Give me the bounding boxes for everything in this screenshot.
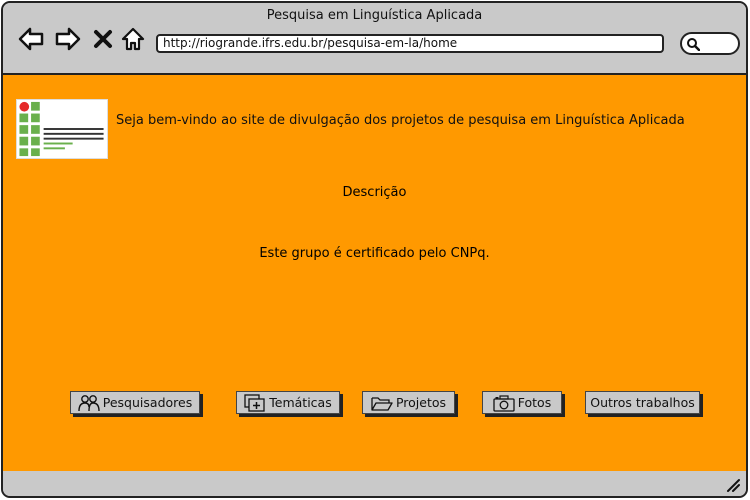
outros-trabalhos-button[interactable]: Outros trabalhos	[585, 391, 700, 414]
outros-trabalhos-label: Outros trabalhos	[590, 395, 695, 410]
title-bar: Pesquisa em Linguística Aplicada http://…	[3, 3, 746, 73]
tematicas-label: Temáticas	[269, 395, 332, 410]
resize-grip-icon[interactable]	[724, 476, 740, 492]
projetos-button[interactable]: Projetos	[362, 391, 455, 414]
home-icon[interactable]	[119, 25, 147, 53]
folder-icon	[371, 394, 393, 412]
forward-arrow-icon[interactable]	[54, 25, 82, 53]
pesquisadores-button[interactable]: Pesquisadores	[70, 391, 200, 414]
description-heading: Descrição	[342, 185, 407, 200]
projetos-label: Projetos	[395, 395, 447, 410]
tematicas-button[interactable]: Temáticas	[236, 391, 340, 414]
institution-logo	[16, 99, 108, 159]
browser-window: Pesquisa em Linguística Aplicada http://…	[1, 1, 748, 498]
welcome-text: Seja bem-vindo ao site de divulgação dos…	[116, 113, 685, 128]
status-bar	[3, 471, 746, 496]
fotos-label: Fotos	[517, 395, 552, 410]
back-arrow-icon[interactable]	[17, 25, 45, 53]
address-bar[interactable]: http://riogrande.ifrs.edu.br/pesquisa-em…	[156, 34, 664, 53]
add-folder-icon	[244, 393, 266, 412]
window-title: Pesquisa em Linguística Aplicada	[266, 8, 483, 23]
camera-icon	[493, 394, 515, 412]
main-content: Seja bem-vindo ao site de divulgação dos…	[3, 73, 746, 473]
certification-text: Este grupo é certificado pelo CNPq.	[259, 246, 490, 261]
pesquisadores-label: Pesquisadores	[102, 395, 193, 410]
search-input[interactable]	[680, 32, 740, 55]
people-icon	[78, 394, 100, 412]
close-x-icon[interactable]	[92, 25, 114, 53]
fotos-button[interactable]: Fotos	[482, 391, 562, 414]
